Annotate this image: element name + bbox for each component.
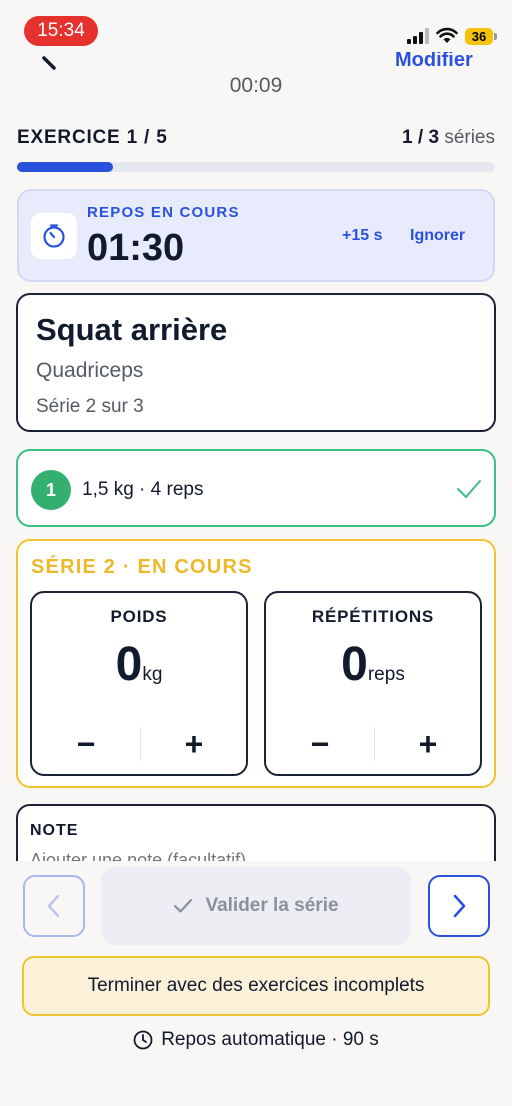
series-word: séries	[444, 127, 495, 148]
exercise-card: Squat arrière Quadriceps Série 2 sur 3	[16, 293, 496, 432]
status-time: 15:34	[24, 16, 98, 46]
exercise-counter: EXERCICE 1 / 5	[17, 127, 168, 148]
edit-label: Modifier	[395, 52, 473, 71]
exercise-serie-progress: Série 2 sur 3	[36, 396, 144, 417]
weight-unit: kg	[142, 664, 163, 685]
rest-timer-card: REPOS EN COURS 01:30 +15 s Ignorer	[17, 189, 495, 282]
current-set-card: SÉRIE 2 · EN COURS POIDS 0kg − + RÉPÉTIT…	[16, 539, 496, 788]
timer-icon-box	[31, 213, 77, 259]
current-set-title: SÉRIE 2 · EN COURS	[31, 556, 253, 578]
weight-value-display[interactable]: 0kg	[32, 637, 246, 692]
finish-incomplete-button[interactable]: Terminer avec des exercices incomplets	[22, 956, 490, 1016]
reps-value-display[interactable]: 0reps	[266, 637, 480, 692]
completed-set-row[interactable]: 1 1,5 kg · 4 reps	[16, 449, 496, 527]
series-counter: 1 / 3 séries	[402, 127, 495, 149]
chevron-right-icon	[453, 894, 466, 918]
check-icon	[174, 898, 193, 913]
series-current: 1 / 3	[402, 127, 440, 148]
auto-rest-info: Repos automatique · 90 s	[0, 1029, 512, 1051]
weight-increment-button[interactable]: +	[144, 721, 244, 767]
reps-stepper: RÉPÉTITIONS 0reps − +	[264, 591, 482, 776]
completed-set-summary: 1,5 kg · 4 reps	[82, 479, 204, 500]
weight-label: POIDS	[110, 607, 168, 626]
reps-decrement-button[interactable]: −	[270, 721, 370, 767]
chevron-left-icon	[47, 894, 60, 918]
rest-title: REPOS EN COURS	[87, 204, 240, 221]
bottom-action-bar: Valider la série Terminer avec des exerc…	[0, 861, 512, 1106]
set-number-badge: 1	[31, 470, 71, 510]
previous-exercise-button[interactable]	[23, 875, 85, 937]
battery-tip	[494, 33, 497, 40]
stepper-divider	[140, 727, 141, 761]
check-icon	[457, 480, 481, 498]
note-section: NOTE	[0, 800, 512, 861]
weight-decrement-button[interactable]: −	[36, 721, 136, 767]
weight-value: 0	[115, 638, 143, 691]
validate-set-label: Valider la série	[205, 895, 339, 916]
workout-progress-bar	[17, 162, 495, 172]
rest-countdown: 01:30	[87, 227, 185, 269]
note-input[interactable]	[30, 850, 470, 861]
elapsed-timer: 00:09	[229, 74, 283, 97]
reps-unit: reps	[367, 664, 405, 685]
add-15s-button[interactable]: +15 s	[342, 227, 382, 245]
stepper-divider	[374, 727, 375, 761]
auto-rest-label: Repos automatique · 90 s	[161, 1029, 379, 1050]
timer-icon	[43, 224, 65, 248]
skip-rest-button[interactable]: Ignorer	[410, 227, 465, 245]
battery-icon: 36	[465, 28, 493, 45]
exercise-name: Squat arrière	[36, 312, 228, 347]
reps-value: 0	[341, 638, 368, 691]
wifi-icon	[436, 27, 458, 43]
edit-button[interactable]: Modifier	[395, 52, 495, 76]
exercise-muscle: Quadriceps	[36, 359, 144, 382]
validate-set-button[interactable]: Valider la série	[101, 867, 411, 945]
reps-label: RÉPÉTITIONS	[311, 607, 435, 626]
clock-icon	[133, 1030, 153, 1050]
reps-increment-button[interactable]: +	[378, 721, 478, 767]
next-exercise-button[interactable]	[428, 875, 490, 937]
workout-progress-fill	[17, 162, 113, 172]
note-card: NOTE	[16, 804, 496, 861]
cellular-signal-icon	[407, 28, 429, 44]
note-title: NOTE	[30, 822, 79, 839]
weight-stepper: POIDS 0kg − +	[30, 591, 248, 776]
